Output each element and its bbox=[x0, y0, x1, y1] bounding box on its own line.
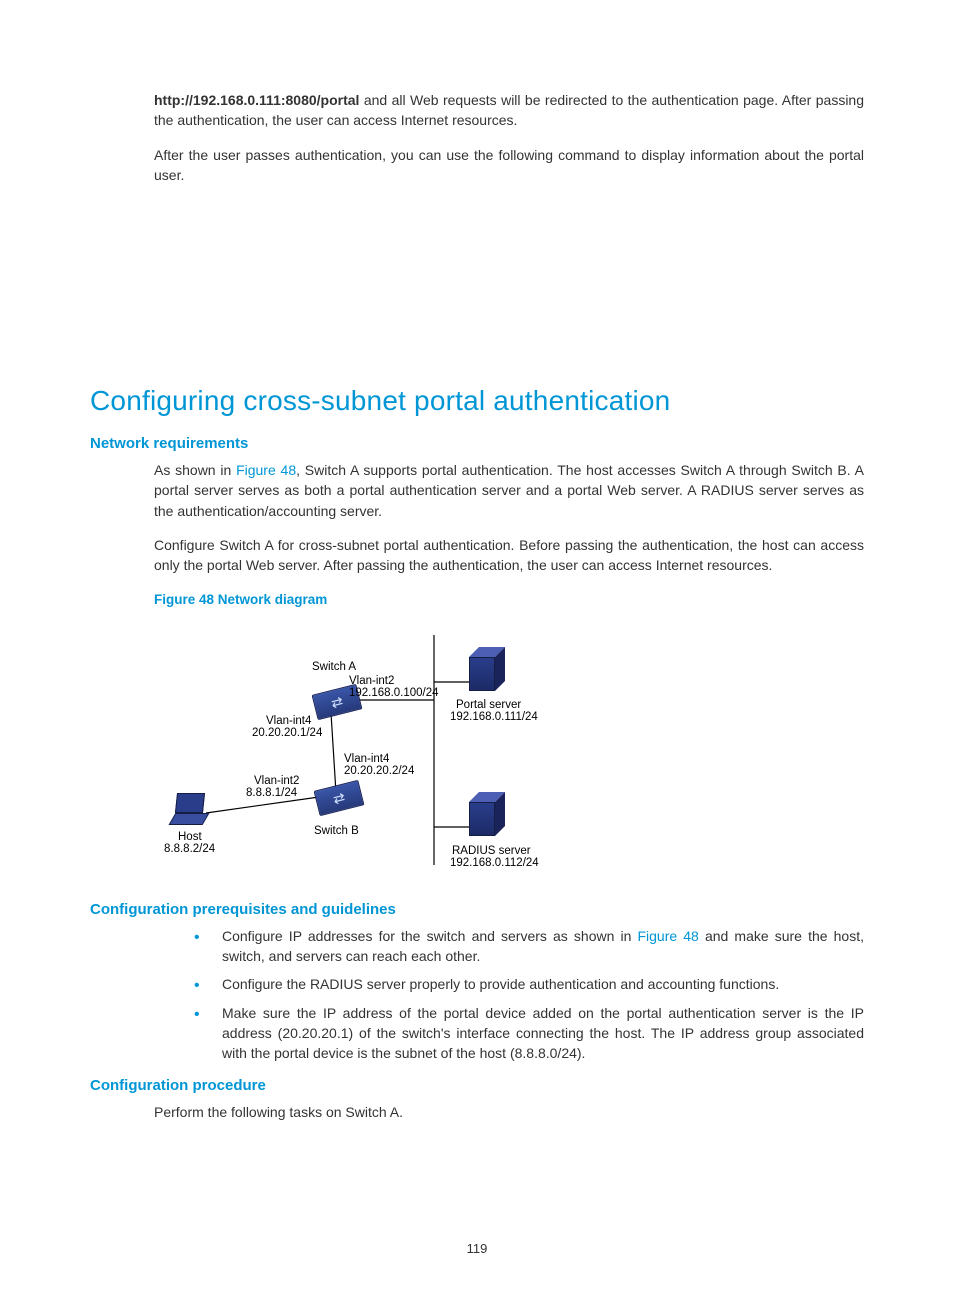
switch-b-label: Switch B bbox=[314, 825, 359, 839]
prereq-item-1: Configure IP addresses for the switch an… bbox=[194, 926, 864, 967]
procedure-heading: Configuration procedure bbox=[90, 1077, 864, 1094]
nr-p1-a: As shown in bbox=[154, 462, 236, 478]
intro-paragraph-2: After the user passes authentication, yo… bbox=[154, 145, 864, 186]
host-ip: 8.8.8.2/24 bbox=[164, 843, 215, 857]
radius-server-icon bbox=[469, 802, 505, 846]
portal-url: http://192.168.0.111:8080/portal bbox=[154, 92, 359, 108]
figure-caption: Figure 48 Network diagram bbox=[154, 592, 864, 607]
switch-b-vlan2-ip: 8.8.8.1/24 bbox=[246, 787, 297, 801]
portal-server-icon bbox=[469, 657, 505, 701]
prereq-item-3: Make sure the IP address of the portal d… bbox=[194, 1003, 864, 1064]
prereq-heading: Configuration prerequisites and guidelin… bbox=[90, 901, 864, 918]
prereq-item-2: Configure the RADIUS server properly to … bbox=[194, 974, 864, 994]
prereq-1-a: Configure IP addresses for the switch an… bbox=[222, 928, 637, 944]
switch-a-label: Switch A bbox=[312, 661, 356, 675]
page: http://192.168.0.111:8080/portal and all… bbox=[0, 0, 954, 1296]
prereq-list: Configure IP addresses for the switch an… bbox=[194, 926, 864, 1064]
figure-48-link[interactable]: Figure 48 bbox=[236, 462, 296, 478]
page-number: 119 bbox=[0, 1241, 954, 1256]
network-req-p2: Configure Switch A for cross-subnet port… bbox=[154, 535, 864, 576]
radius-server-ip: 192.168.0.112/24 bbox=[450, 857, 539, 871]
diagram-wires bbox=[154, 617, 614, 877]
switch-a-vlan4-ip: 20.20.20.1/24 bbox=[252, 727, 322, 741]
figure-48-link-2[interactable]: Figure 48 bbox=[637, 928, 698, 944]
switch-a-vlan2-ip: 192.168.0.100/24 bbox=[349, 687, 439, 701]
switch-b-icon bbox=[314, 779, 365, 815]
network-diagram: Switch A Vlan-int2 192.168.0.100/24 Vlan… bbox=[154, 617, 614, 877]
network-requirements-heading: Network requirements bbox=[90, 435, 864, 452]
procedure-p1: Perform the following tasks on Switch A. bbox=[154, 1102, 864, 1122]
switch-b-vlan4-ip: 20.20.20.2/24 bbox=[344, 765, 414, 779]
section-title: Configuring cross-subnet portal authenti… bbox=[90, 385, 864, 417]
network-req-p1: As shown in Figure 48, Switch A supports… bbox=[154, 460, 864, 521]
host-icon bbox=[172, 793, 212, 829]
intro-paragraph-1: http://192.168.0.111:8080/portal and all… bbox=[154, 90, 864, 131]
portal-server-ip: 192.168.0.111/24 bbox=[450, 711, 538, 725]
